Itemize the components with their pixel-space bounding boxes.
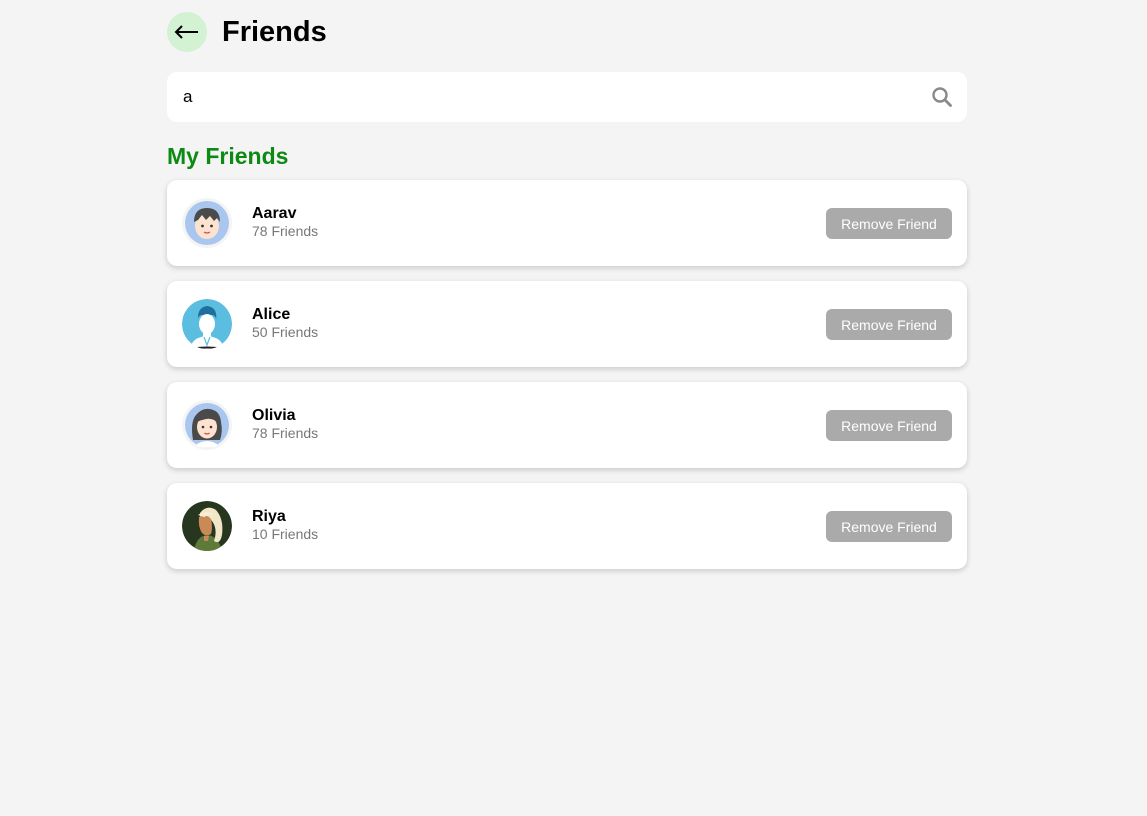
friend-name: Aarav	[252, 205, 297, 222]
header: Friends	[167, 12, 327, 52]
boy-avatar-icon	[182, 198, 232, 248]
remove-friend-button[interactable]: Remove Friend	[826, 208, 952, 239]
avatar	[182, 501, 232, 551]
friend-count: 78 Friends	[252, 425, 319, 441]
search-input[interactable]	[183, 72, 913, 122]
back-arrow-icon	[174, 25, 198, 39]
remove-friend-button[interactable]: Remove Friend	[826, 410, 952, 441]
friend-name: Olivia	[252, 407, 296, 424]
avatar	[182, 299, 232, 349]
friend-card: Olivia 78 Friends Remove Friend	[167, 382, 967, 468]
page-title: Friends	[222, 16, 327, 48]
friend-count: 50 Friends	[252, 324, 319, 340]
remove-friend-button[interactable]: Remove Friend	[826, 309, 952, 340]
friend-card: Riya 10 Friends Remove Friend	[167, 483, 967, 569]
friend-name: Alice	[252, 306, 291, 323]
friend-count: 78 Friends	[252, 223, 319, 239]
section-title: My Friends	[167, 143, 289, 169]
friend-card: Alice 50 Friends Remove Friend	[167, 281, 967, 367]
back-button[interactable]	[167, 12, 207, 52]
avatar	[182, 198, 232, 248]
friend-count: 10 Friends	[252, 526, 319, 542]
remove-friend-button[interactable]: Remove Friend	[826, 511, 952, 542]
friend-card: Aarav 78 Friends Remove Friend	[167, 180, 967, 266]
avatar	[182, 400, 232, 450]
search-icon[interactable]	[931, 86, 953, 108]
search-bar	[167, 72, 967, 122]
girl-avatar-icon	[182, 400, 232, 450]
blonde-woman-avatar-icon	[182, 501, 232, 551]
silhouette-avatar-icon	[182, 299, 232, 349]
friend-name: Riya	[252, 508, 286, 525]
